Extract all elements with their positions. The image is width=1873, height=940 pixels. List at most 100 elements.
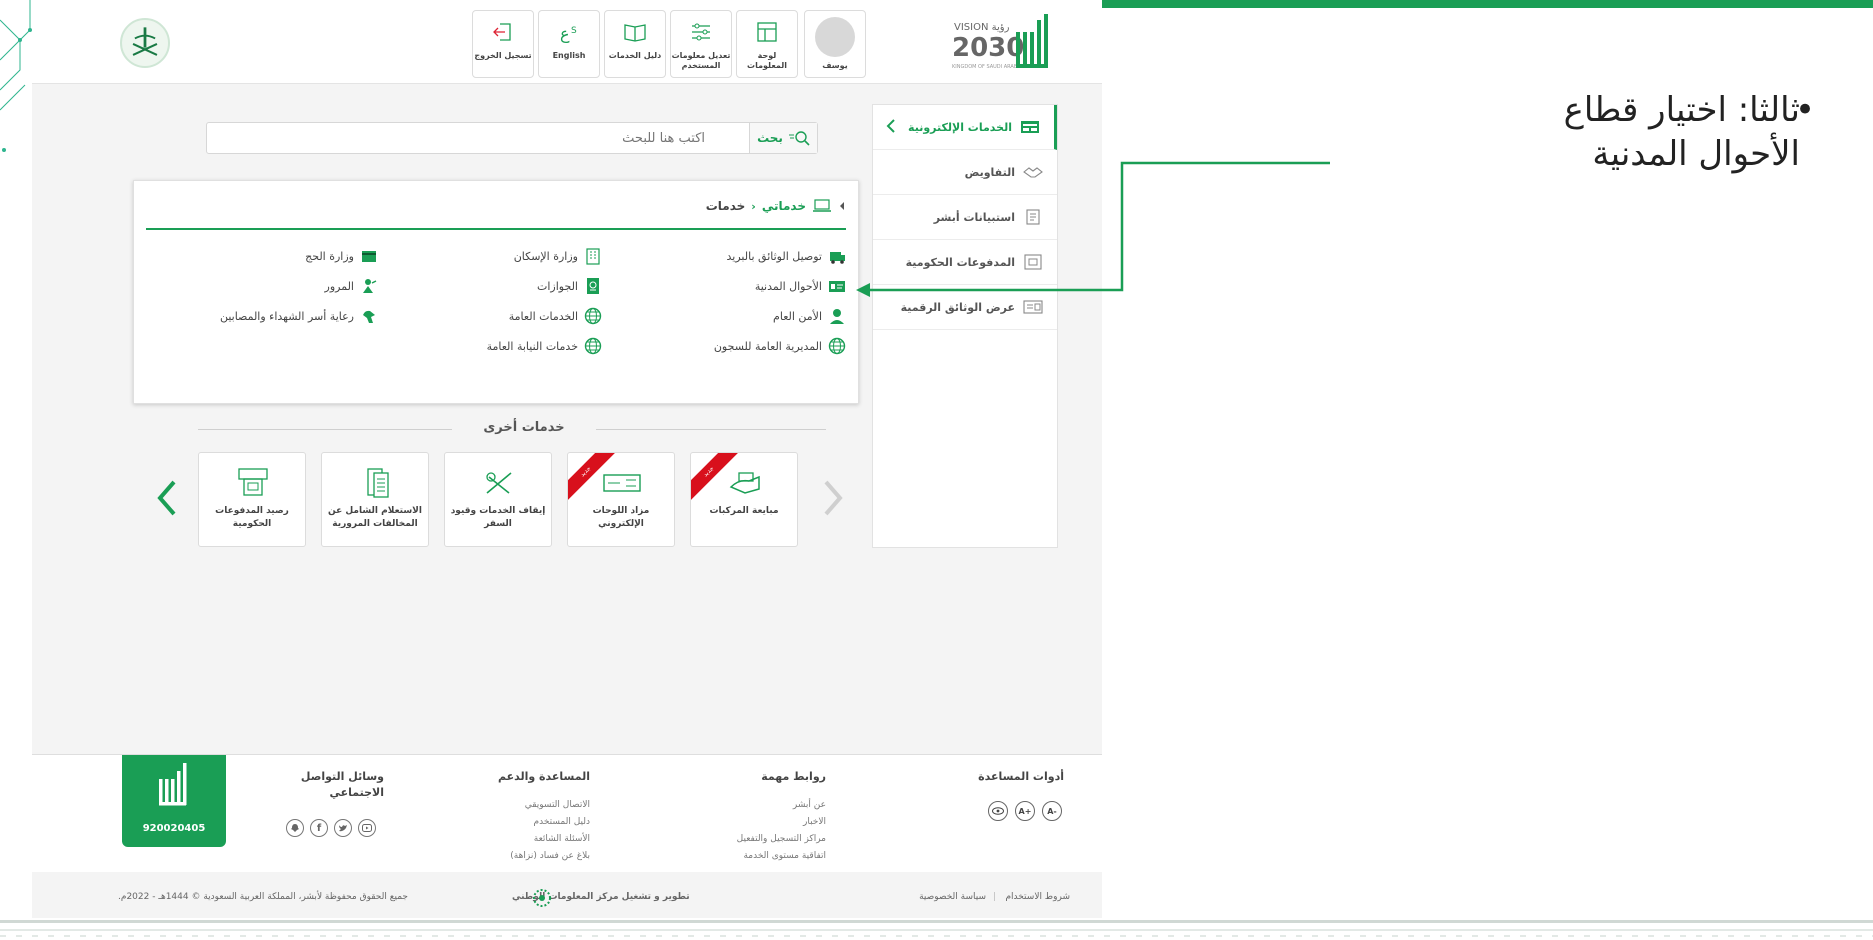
- globe-icon: [584, 337, 602, 355]
- service-housing-ministry[interactable]: وزارة الإسكان: [514, 247, 602, 265]
- carousel-next-arrow[interactable]: [818, 474, 846, 522]
- logout-icon: [493, 23, 511, 41]
- handshake-icon: [1023, 167, 1043, 178]
- absher-window: VISION رؤية 2030 KINGDOM OF SAUDI ARABIA…: [32, 0, 1102, 918]
- footer-link[interactable]: اتفاقية مستوى الخدمة: [686, 848, 826, 865]
- footer-link[interactable]: عن أبشر: [686, 797, 826, 814]
- services-panel: خدماتي ‹ خدمات توصيل الوثائق بالبريد الأ…: [133, 180, 859, 404]
- absher-logo: VISION رؤية 2030 KINGDOM OF SAUDI ARABIA: [952, 14, 1048, 70]
- card-vehicle-sale[interactable]: جديد مبايعة المركبات: [690, 452, 798, 547]
- services-icon: [1021, 121, 1039, 133]
- caret-left-icon: [840, 202, 844, 210]
- dashboard-button[interactable]: لوحة المعلومات: [736, 10, 798, 78]
- payments-icon: [238, 468, 268, 496]
- sidebar-item-gov-payments[interactable]: المدفوعات الحكومية: [873, 240, 1057, 285]
- footer-link[interactable]: الأسئلة الشائعة: [450, 831, 590, 848]
- breadcrumb-divider: [146, 228, 846, 230]
- footer-link[interactable]: بلاغ عن فساد (نزاهة): [450, 848, 590, 865]
- service-hajj-ministry[interactable]: وزارة الحج: [305, 247, 378, 265]
- payments-icon: [1024, 254, 1042, 270]
- service-public-services[interactable]: الخدمات العامة: [509, 307, 602, 325]
- privacy-link[interactable]: سياسة الخصوصية: [919, 892, 986, 902]
- passport-icon: [587, 278, 599, 294]
- service-martyrs-care[interactable]: رعاية أسر الشهداء والمصابين: [220, 307, 378, 325]
- support-phone: 920020405: [142, 823, 206, 834]
- service-traffic[interactable]: المرور: [325, 277, 378, 295]
- vehicle-sale-icon: [729, 472, 760, 494]
- top-accent-bar: [1080, 0, 1873, 8]
- absher-logo: [159, 763, 187, 806]
- service-civil-affairs[interactable]: الأحوال المدنية: [755, 277, 846, 295]
- services-guide-button[interactable]: دليل الخدمات: [604, 10, 666, 78]
- service-public-security[interactable]: الأمن العام: [773, 307, 846, 325]
- header: VISION رؤية 2030 KINGDOM OF SAUDI ARABIA…: [32, 0, 1102, 84]
- service-passports[interactable]: الجوازات: [537, 277, 602, 295]
- user-settings-icon: [692, 23, 710, 41]
- footer-link[interactable]: الاتصال التسويقي: [450, 797, 590, 814]
- eye-icon[interactable]: [988, 801, 1008, 821]
- police-icon: [830, 309, 844, 324]
- book-icon: [624, 24, 646, 42]
- font-increase-button[interactable]: A+: [1015, 801, 1035, 821]
- sidebar-item-delegations[interactable]: التفاويض: [873, 150, 1057, 195]
- font-decrease-button[interactable]: A-: [1042, 801, 1062, 821]
- breadcrumb-root[interactable]: خدماتي: [762, 199, 806, 213]
- chevron-left-icon[interactable]: [885, 118, 897, 134]
- search-bar: بحث: [206, 122, 818, 154]
- footer-important-links: روابط مهمة عن أبشر الاخبار مراكز التسجيل…: [686, 769, 826, 865]
- avatar: [815, 17, 855, 57]
- card-plates-auction[interactable]: جديد مزاد اللوحات الإلكتروني: [567, 452, 675, 547]
- decorative-pattern: [0, 920, 1873, 937]
- svg-text:VISION رؤية: VISION رؤية: [954, 22, 1010, 33]
- survey-icon: [1026, 209, 1040, 225]
- saudi-emblem: [120, 18, 170, 68]
- terms-link[interactable]: شروط الاستخدام: [1005, 892, 1070, 902]
- edit-user-info-button[interactable]: تعديل معلومات المستخدم: [670, 10, 732, 78]
- footer-link[interactable]: دليل المستخدم: [450, 814, 590, 831]
- language-button[interactable]: عS English: [538, 10, 600, 78]
- id-card-icon: [829, 281, 845, 292]
- svg-text:2030: 2030: [952, 33, 1024, 63]
- violations-icon: [367, 468, 389, 498]
- service-prisons-directorate[interactable]: المديرية العامة للسجون: [714, 337, 846, 355]
- service-document-delivery[interactable]: توصيل الوثائق بالبريد: [727, 247, 846, 265]
- sidebar-item-e-services[interactable]: الخدمات الإلكترونية: [873, 105, 1057, 150]
- globe-icon: [828, 337, 846, 355]
- sidebar-item-surveys[interactable]: استبيانات أبشر: [873, 195, 1057, 240]
- bottom-bar: شروط الاستخدام | سياسة الخصوصية تطوير و …: [32, 878, 1102, 918]
- footer-link[interactable]: الاخبار: [686, 814, 826, 831]
- search-button[interactable]: بحث: [749, 123, 817, 153]
- user-name: يوسف: [822, 61, 848, 70]
- card-traffic-violations[interactable]: الاستعلام الشامل عن المخالفات المرورية: [321, 452, 429, 547]
- facebook-icon[interactable]: f: [310, 819, 328, 837]
- globe-icon: [584, 307, 602, 325]
- service-public-prosecution[interactable]: خدمات النيابة العامة: [487, 337, 602, 355]
- footer: أدوات المساعدة A- A+ روابط مهمة عن أبشر …: [32, 754, 1102, 872]
- youtube-icon[interactable]: [358, 819, 376, 837]
- search-input[interactable]: [207, 123, 717, 153]
- copyright-text: جميع الحقوق محفوظة لأبشر، المملكة العربي…: [118, 892, 408, 902]
- nic-logo-icon: [533, 889, 551, 907]
- footer-absher-logo: 920020405: [122, 755, 226, 847]
- card-gov-payments-balance[interactable]: رصيد المدفوعات الحكومية: [198, 452, 306, 547]
- link-separator: |: [992, 892, 996, 902]
- other-services-title: خدمات أخرى: [452, 420, 596, 435]
- carousel-prev-arrow[interactable]: [154, 474, 182, 522]
- svg-text:ع: ع: [560, 24, 570, 44]
- twitter-icon[interactable]: [334, 819, 352, 837]
- sidebar-item-digital-documents[interactable]: عرض الوثائق الرقمية: [873, 285, 1057, 330]
- logout-button[interactable]: تسجيل الخروج: [472, 10, 534, 78]
- snapchat-icon[interactable]: [286, 819, 304, 837]
- documents-icon: [1023, 300, 1043, 314]
- kaaba-icon: [362, 251, 376, 262]
- chevron-left-icon: ‹: [751, 199, 756, 213]
- user-profile-button[interactable]: يوسف: [804, 10, 866, 78]
- search-icon: [788, 131, 810, 146]
- building-icon: [586, 248, 600, 265]
- mail-delivery-icon: [830, 252, 845, 264]
- plate-icon: [603, 474, 641, 492]
- care-icon: [363, 310, 375, 323]
- footer-link[interactable]: مراكز التسجيل والتفعيل: [686, 831, 826, 848]
- card-travel-restrictions[interactable]: إيقاف الخدمات وقيود السفر: [444, 452, 552, 547]
- breadcrumb: خدماتي ‹ خدمات: [706, 199, 846, 213]
